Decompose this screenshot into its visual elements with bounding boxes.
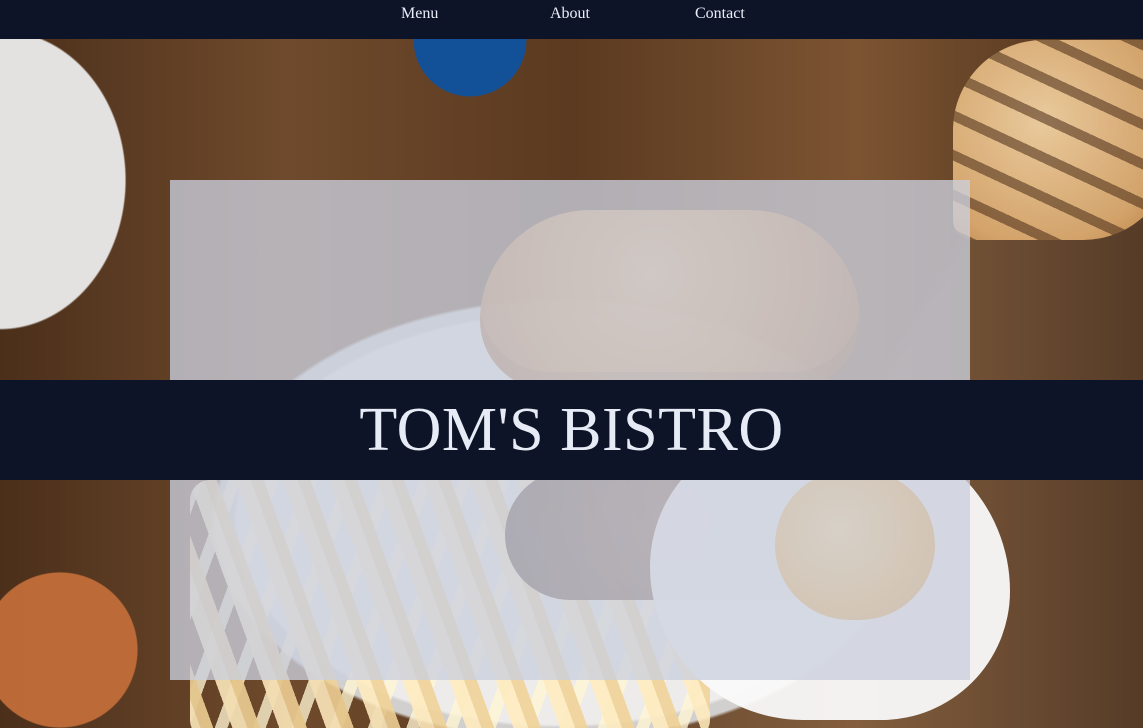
- hero-title-bar: TOM'S BISTRO: [0, 380, 1143, 480]
- site-title: TOM'S BISTRO: [359, 396, 784, 464]
- flatbread-image-detail: [953, 40, 1143, 240]
- nav-link-about[interactable]: About: [550, 6, 590, 22]
- nav-link-menu[interactable]: Menu: [401, 6, 438, 22]
- nav-link-contact[interactable]: Contact: [695, 6, 745, 22]
- top-navigation: Menu About Contact: [0, 0, 1143, 39]
- page: Menu About Contact TOM'S BISTRO: [0, 0, 1143, 728]
